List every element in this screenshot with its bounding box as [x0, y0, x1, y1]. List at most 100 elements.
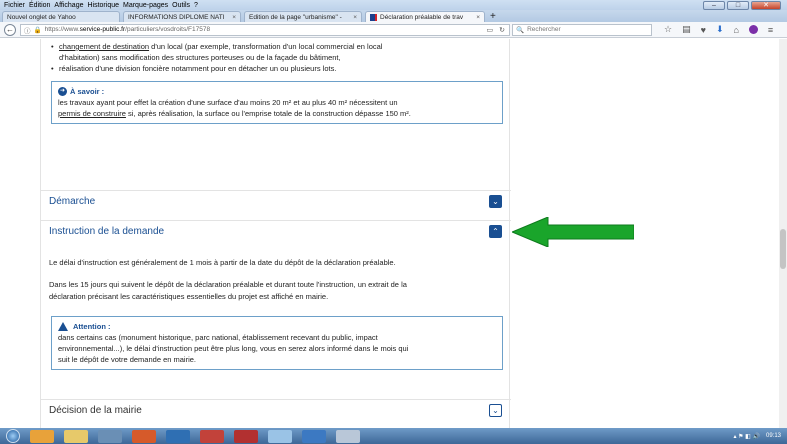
bullet-text: d'un local (par exemple, transformation … [149, 42, 383, 51]
home-icon[interactable]: ⌂ [733, 25, 738, 35]
tab-informations[interactable]: INFORMATIONS DIPLOME NATI × [123, 11, 241, 22]
taskbar: ▴ ⚑ ◧ 🔊 09:13 [0, 428, 787, 444]
accordion-label: Démarche [49, 196, 96, 207]
menu-icon[interactable]: ≡ [768, 25, 773, 35]
url-actions: ▭ ↻ [487, 26, 506, 34]
bookmark-star-icon[interactable]: ☆ [664, 24, 672, 35]
tab-close-icon[interactable]: × [353, 14, 357, 21]
app-icon[interactable] [30, 429, 54, 443]
menu-bar: Fichier Édition Affichage Historique Mar… [0, 0, 787, 10]
app-icon[interactable] [234, 429, 258, 443]
notice-text: dans certains cas (monument historique, … [58, 333, 378, 342]
attention-box: Attention : dans certains cas (monument … [51, 316, 503, 370]
favicon-icon [370, 13, 377, 21]
browser-icon[interactable] [166, 429, 190, 443]
list-item: réalisation d'une division foncière nota… [51, 63, 506, 74]
tab-edition-urbanisme[interactable]: Edition de la page "urbanisme" - × [244, 11, 362, 22]
notice-text: environnemental...), le délai d'instruct… [58, 344, 409, 353]
window-controls: – □ ✕ [703, 1, 781, 10]
tab-label: Déclaration préalable de trav [380, 13, 464, 21]
menu-historique[interactable]: Historique [87, 2, 119, 9]
bookmarks-list-icon[interactable]: ▤ [682, 24, 691, 35]
info-icon[interactable]: ⓘ [24, 25, 31, 35]
toolbar-icons: ☆ ▤ ♥ ⬇ ⌂ ≡ [664, 24, 773, 35]
green-arrow-icon [512, 217, 634, 247]
tab-close-icon[interactable]: × [476, 14, 480, 21]
clock[interactable]: 09:13 [766, 433, 781, 439]
app-icon[interactable] [336, 429, 360, 443]
search-icon: 🔍 [516, 26, 525, 34]
chevron-down-icon[interactable]: ⌄ [489, 404, 502, 417]
notice-title: À savoir : [70, 87, 105, 96]
notice-text: suit le dépôt de votre demande en mairie… [58, 355, 196, 364]
tab-label: Edition de la page "urbanisme" - [249, 13, 342, 21]
warning-icon [58, 322, 68, 331]
menu-fichier[interactable]: Fichier [4, 2, 25, 9]
accordion-label: Décision de la mairie [49, 405, 142, 416]
notice-text: si, après réalisation, la surface ou l'e… [125, 109, 411, 118]
url-host: service-public.fr [79, 26, 126, 33]
chevron-down-icon[interactable]: ⌄ [489, 195, 502, 208]
scrollbar[interactable] [779, 39, 787, 428]
notice-text: les travaux ayant pour effet la création… [58, 98, 398, 107]
changement-destination-link[interactable]: changement de destination [59, 42, 149, 51]
download-icon[interactable]: ⬇ [716, 24, 724, 35]
search-input[interactable]: 🔍 Rechercher [512, 23, 652, 36]
menu-edition[interactable]: Édition [29, 2, 50, 9]
firefox-icon[interactable] [200, 429, 224, 443]
notice-title: Attention : [73, 322, 111, 331]
chrome-icon[interactable] [132, 429, 156, 443]
bullet-list: changement de destination d'un local (pa… [51, 41, 506, 74]
url-path: /particuliers/vosdroits/F17578 [125, 26, 211, 33]
menu-help[interactable]: ? [194, 2, 198, 9]
tab-close-icon[interactable]: × [232, 14, 236, 21]
instruction-paragraph-2: Dans les 15 jours qui suivent le dépôt d… [49, 279, 504, 303]
tray-icons[interactable]: ▴ ⚑ ◧ 🔊 [733, 433, 760, 440]
notice-heading: Attention : [58, 321, 496, 332]
accordion-decision[interactable]: Décision de la mairie ⌄ [41, 399, 511, 421]
maximize-button[interactable]: □ [727, 1, 749, 10]
start-button[interactable] [6, 429, 20, 443]
system-tray: ▴ ⚑ ◧ 🔊 09:13 [733, 433, 781, 440]
pocket-icon[interactable]: ♥ [701, 25, 706, 35]
instruction-paragraph-1: Le délai d'instruction est généralement … [49, 258, 396, 267]
reader-view-icon[interactable]: ▭ [487, 26, 494, 34]
new-tab-button[interactable]: + [490, 12, 496, 22]
lock-icon: 🔒 [33, 26, 42, 34]
paragraph-line: déclaration précisant les caractéristiqu… [49, 292, 329, 301]
reload-icon[interactable]: ↻ [499, 26, 505, 34]
search-placeholder: Rechercher [527, 26, 561, 33]
notice-heading: ➜ À savoir : [58, 86, 496, 97]
list-item: changement de destination d'un local (pa… [51, 41, 506, 52]
scrollbar-thumb[interactable] [780, 229, 786, 269]
chevron-up-icon[interactable]: ⌃ [489, 225, 502, 238]
content-column: changement de destination d'un local (pa… [40, 39, 511, 428]
tab-yahoo[interactable]: Nouvel onglet de Yahoo [2, 11, 120, 22]
app-icon[interactable] [268, 429, 292, 443]
accordion-label: Instruction de la demande [49, 226, 165, 237]
browser-window: Fichier Édition Affichage Historique Mar… [0, 0, 787, 444]
tab-label: Nouvel onglet de Yahoo [7, 13, 76, 21]
bullet-text-line: d'habitation) sans modification des stru… [59, 53, 341, 62]
paragraph-line: Dans les 15 jours qui suivent le dépôt d… [49, 280, 407, 289]
menu-outils[interactable]: Outils [172, 2, 190, 9]
page-content: changement de destination d'un local (pa… [0, 39, 787, 428]
accordion-instruction[interactable]: Instruction de la demande ⌃ [41, 220, 511, 242]
arrow-info-icon: ➜ [58, 87, 67, 96]
accordion-demarche[interactable]: Démarche ⌄ [41, 190, 511, 212]
url-bar[interactable]: ⓘ 🔒 https://www. service-public.fr /part… [20, 23, 510, 36]
a-savoir-box: ➜ À savoir : les travaux ayant pour effe… [51, 81, 503, 124]
permis-de-construire-link[interactable]: permis de construire [58, 109, 126, 118]
minimize-button[interactable]: – [703, 1, 725, 10]
menu-marque-pages[interactable]: Marque-pages [123, 2, 168, 9]
tab-bar: Nouvel onglet de Yahoo INFORMATIONS DIPL… [0, 10, 787, 22]
menu-affichage[interactable]: Affichage [54, 2, 83, 9]
close-window-button[interactable]: ✕ [751, 1, 781, 10]
tab-declaration-prealable[interactable]: Déclaration préalable de trav × [365, 11, 485, 22]
word-icon[interactable] [302, 429, 326, 443]
back-arrow-icon[interactable]: ← [4, 23, 16, 36]
media-icon[interactable] [98, 429, 122, 443]
extension-icon[interactable] [748, 25, 758, 34]
url-prefix: https://www. [44, 26, 80, 33]
folder-icon[interactable] [64, 429, 88, 443]
